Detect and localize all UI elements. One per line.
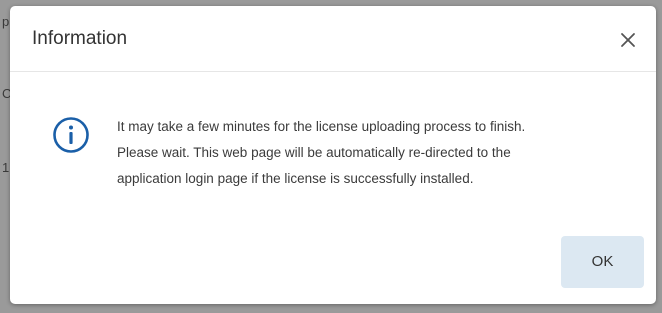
ok-button[interactable]: OK [561,236,644,288]
dialog-header: Information [10,6,656,72]
message-line: It may take a few minutes for the licens… [117,119,526,134]
dialog-title: Information [32,28,128,49]
message-line: application login page if the license is… [117,171,474,186]
background-text-fragment: p [2,14,10,29]
dialog-message: It may take a few minutes for the licens… [117,114,617,192]
close-icon[interactable] [616,28,640,52]
background-text-fragment: 1 [2,160,10,175]
information-dialog: Information It may take a few minutes fo… [10,6,656,304]
message-line: Please wait. This web page will be autom… [117,145,511,160]
info-icon [52,116,90,154]
